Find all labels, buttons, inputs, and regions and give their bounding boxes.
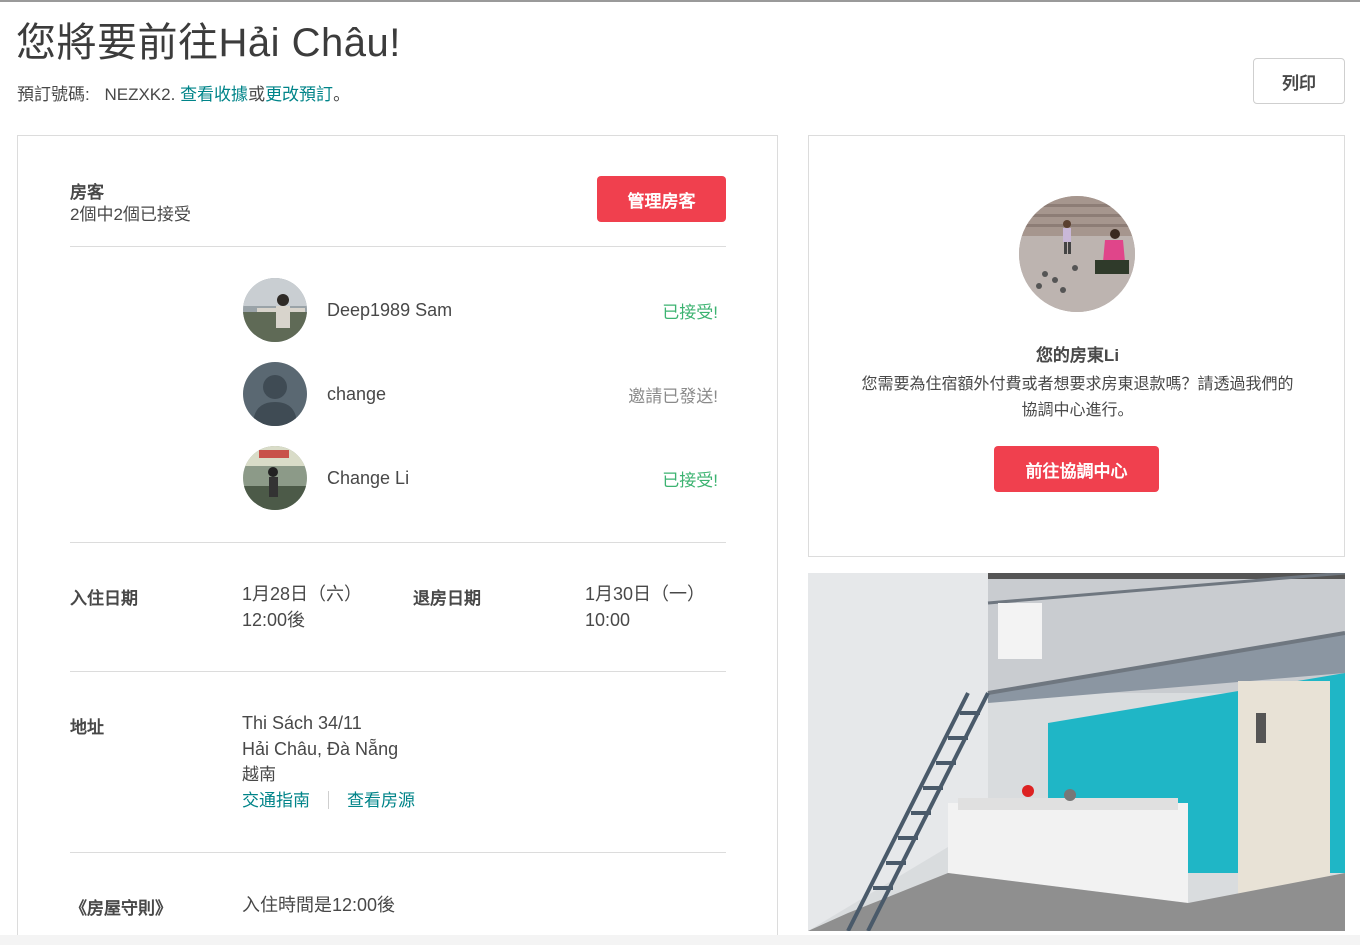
divider (70, 246, 726, 247)
view-listing-link[interactable]: 查看房源 (347, 791, 415, 810)
page-title: 您將要前往Hải Châu! (16, 21, 401, 65)
booking-code-label: 預訂號碼: (17, 85, 90, 104)
checkin-time: 12:00後 (242, 610, 306, 630)
guest-row: Deep1989 Sam 已接受! (243, 277, 718, 343)
manage-guests-button[interactable]: 管理房客 (597, 176, 726, 222)
guests-heading: 房客 (70, 183, 104, 202)
booking-info: 預訂號碼: NEZXK2. 查看收據或更改預訂。 (17, 80, 350, 105)
directions-link[interactable]: 交通指南 (242, 791, 310, 810)
guest-name[interactable]: change (327, 384, 628, 405)
guest-name[interactable]: Change Li (327, 468, 662, 489)
guest-name[interactable]: Deep1989 Sam (327, 300, 662, 321)
view-receipt-link[interactable]: 查看收據 (180, 85, 248, 104)
checkout-heading: 退房日期 (413, 589, 481, 608)
booking-code: NEZXK2. (104, 85, 176, 104)
house-rules-text: 入住時間是12:00後 (242, 895, 396, 915)
address-line3: 越南 (242, 765, 276, 784)
guest-status: 已接受! (662, 470, 718, 490)
divider (70, 852, 726, 853)
checkin-heading: 入住日期 (70, 589, 138, 608)
guests-summary: 2個中2個已接受 (70, 205, 191, 224)
address-links: 交通指南 查看房源 (242, 788, 415, 814)
guest-avatar[interactable] (243, 278, 307, 342)
address-heading: 地址 (70, 718, 104, 737)
checkout-date: 1月30日（一） (585, 584, 706, 604)
host-message: 您需要為住宿額外付費或者想要求房東退款嗎？請透過我們的協調中心進行。 (861, 376, 1294, 419)
house-rules-heading[interactable]: 《房屋守則》 (70, 894, 172, 919)
checkout-time: 10:00 (585, 610, 631, 630)
top-border (0, 0, 1360, 2)
listing-photo[interactable] (808, 573, 1345, 931)
checkin-date: 1月28日（六） (242, 584, 363, 604)
guest-row: change 邀請已發送! (243, 361, 718, 427)
host-name: 您的房東Li (1035, 346, 1120, 365)
guest-row: Change Li 已接受! (243, 445, 718, 511)
guest-status: 邀請已發送! (628, 386, 718, 406)
address-line2: Hải Châu, Đà Nẵng (242, 739, 399, 759)
host-avatar[interactable] (1019, 196, 1135, 312)
default-avatar-icon[interactable] (243, 362, 307, 426)
divider (70, 542, 726, 543)
or-text: 或 (248, 85, 266, 104)
itinerary-card: 房客 2個中2個已接受 管理房客 Deep1989 Sam 已接受! chang… (17, 135, 778, 945)
address-line1: Thi Sách 34/11 (242, 713, 362, 733)
period-text: 。 (333, 85, 351, 104)
guest-status: 已接受! (662, 302, 718, 322)
resolution-center-button[interactable]: 前往協調中心 (994, 446, 1159, 492)
change-booking-link[interactable]: 更改預訂 (265, 85, 333, 104)
print-button[interactable]: 列印 (1253, 58, 1345, 104)
host-card: 您的房東Li 您需要為住宿額外付費或者想要求房東退款嗎？請透過我們的協調中心進行… (808, 135, 1345, 557)
guest-avatar[interactable] (243, 446, 307, 510)
bottom-edge (0, 935, 1360, 945)
divider (70, 671, 726, 672)
link-separator (328, 791, 329, 809)
